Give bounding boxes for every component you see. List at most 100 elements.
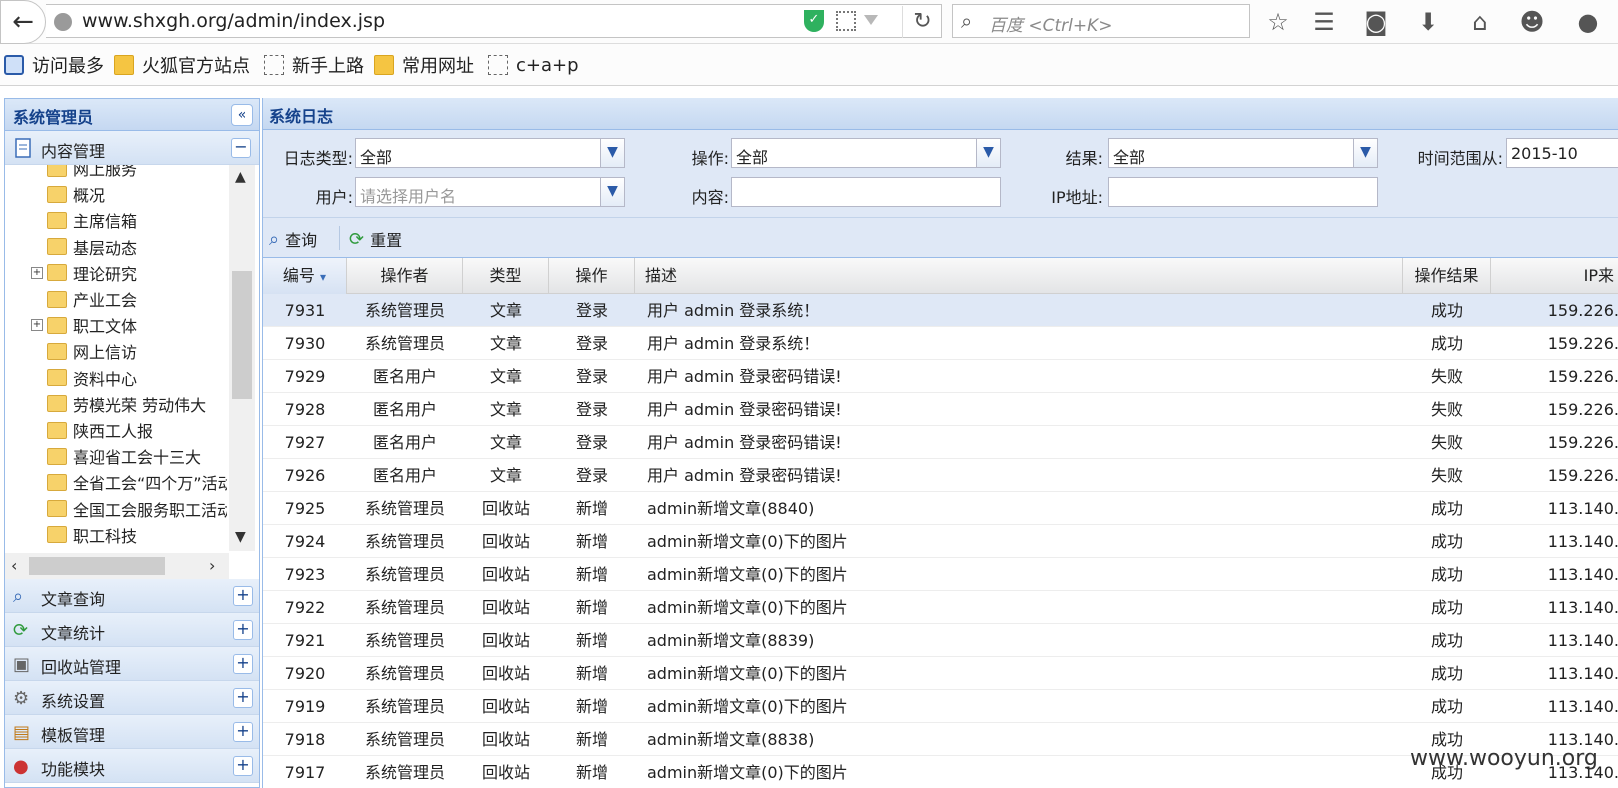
chevron-down-icon[interactable]: ▼ [600, 139, 624, 167]
bookmark-common-sites[interactable]: 常用网址 [374, 52, 474, 78]
table-row[interactable]: 7920 系统管理员 回收站 新增 admin新增文章(0)下的图片 成功 113.140. [263, 657, 1618, 690]
tree-item[interactable]: 劳模光荣 劳动伟大 [47, 391, 227, 417]
accordion-sections: ⌕ 文章查询 + ⟳ 文章统计 + ▣ 回收站管理 + ⚙ 系统设置 + ▤ 模… [5, 579, 259, 783]
ip-input[interactable] [1108, 177, 1378, 207]
column-header-description[interactable]: 描述 [635, 258, 1403, 294]
table-row[interactable]: 7927 匿名用户 文章 登录 用户 admin 登录密码错误! 失败 159.226. [263, 426, 1618, 459]
table-row[interactable]: 7924 系统管理员 回收站 新增 admin新增文章(0)下的图片 成功 113.140. [263, 525, 1618, 558]
table-row[interactable]: 7925 系统管理员 回收站 新增 admin新增文章(8840) 成功 113.140. [263, 492, 1618, 525]
column-header-result[interactable]: 操作结果 [1403, 258, 1491, 294]
chevron-down-icon[interactable]: ▼ [600, 178, 624, 206]
accordion-expand-button[interactable]: + [233, 586, 253, 606]
table-row[interactable]: 7922 系统管理员 回收站 新增 admin新增文章(0)下的图片 成功 113.140. [263, 591, 1618, 624]
time-from-field[interactable]: 2015-10 [1506, 138, 1618, 168]
table-row[interactable]: 7930 系统管理员 文章 登录 用户 admin 登录系统！ 成功 159.226. [263, 327, 1618, 360]
home-icon[interactable]: ⌂ [1464, 6, 1496, 38]
content-input[interactable] [731, 177, 1001, 207]
table-row[interactable]: 7919 系统管理员 回收站 新增 admin新增文章(0)下的图片 成功 113.140. [263, 690, 1618, 723]
chat-icon[interactable]: ● [1572, 6, 1604, 38]
tree-item[interactable]: 全省工会“四个万”活动 [47, 469, 227, 495]
accordion-article-search[interactable]: ⌕ 文章查询 + [5, 579, 259, 613]
scroll-right-icon[interactable]: › [209, 556, 215, 575]
tree-item[interactable]: 资料中心 [47, 365, 227, 391]
tree-item[interactable]: + 理论研究 [31, 260, 227, 286]
cell-id: 7921 [284, 631, 326, 650]
url-text[interactable]: www.shxgh.org/admin/index.jsp [82, 10, 385, 32]
log-type-select[interactable]: 全部 ▼ [355, 138, 625, 168]
column-header-type[interactable]: 类型 [463, 258, 549, 294]
column-header-action[interactable]: 操作 [549, 258, 635, 294]
bookmark-getting-started[interactable]: 新手上路 [264, 52, 364, 78]
column-header-ip[interactable]: IP来 [1491, 258, 1618, 294]
accordion-expand-button[interactable]: + [233, 654, 253, 674]
user-select[interactable]: 请选择用户名 ▼ [355, 177, 625, 207]
bookmark-cap[interactable]: c+a+p [488, 52, 579, 78]
table-row[interactable]: 7926 匿名用户 文章 登录 用户 admin 登录密码错误! 失败 159.226. [263, 459, 1618, 492]
pocket-icon[interactable]: ◙ [1360, 6, 1392, 38]
expand-plus-icon[interactable]: + [31, 266, 43, 279]
result-select[interactable]: 全部 ▼ [1108, 138, 1378, 168]
tree-vertical-scrollbar[interactable]: ▲ ▼ [229, 165, 255, 551]
url-bar[interactable]: www.shxgh.org/admin/index.jsp ✓ ↻ [46, 4, 942, 38]
tree-item[interactable]: 基层动态 [47, 234, 227, 260]
accordion-expand-button[interactable]: + [233, 688, 253, 708]
reload-icon[interactable]: ↻ [902, 6, 942, 38]
collapse-sidebar-button[interactable]: « [231, 104, 253, 126]
tree-item[interactable]: 概况 [47, 181, 227, 207]
scroll-thumb[interactable] [232, 271, 252, 399]
query-button[interactable]: ⌕ 查询 [269, 227, 317, 251]
star-icon[interactable]: ☆ [1262, 6, 1294, 38]
back-arrow-icon[interactable]: ← [0, 0, 46, 44]
tree-item[interactable]: 职工科技 [47, 522, 227, 548]
dropdown-arrow-icon[interactable] [864, 15, 878, 25]
cell-operator: 系统管理员 [364, 334, 445, 353]
tree-item[interactable]: 主席信箱 [47, 207, 227, 233]
scroll-down-icon[interactable]: ▼ [235, 529, 246, 545]
tree-item[interactable]: 产业工会 [47, 286, 227, 312]
table-row[interactable]: 7931 系统管理员 文章 登录 用户 admin 登录系统！ 成功 159.226. [263, 294, 1618, 327]
table-row[interactable]: 7929 匿名用户 文章 登录 用户 admin 登录密码错误! 失败 159.226. [263, 360, 1618, 393]
cell-action: 新增 [575, 763, 608, 782]
download-icon[interactable]: ⬇ [1412, 6, 1444, 38]
tree-item[interactable]: 喜迎省工会十三大 [47, 443, 227, 469]
accordion-content-management[interactable]: 内容管理 − [5, 131, 259, 165]
search-placeholder[interactable]: 百度 <Ctrl+K> [989, 11, 1113, 36]
table-row[interactable]: 7923 系统管理员 回收站 新增 admin新增文章(0)下的图片 成功 113.140. [263, 558, 1618, 591]
accordion-toggle-button[interactable]: − [231, 138, 251, 158]
tree-item[interactable]: 网上信访 [47, 338, 227, 364]
column-header-id[interactable]: 编号 ▾ [263, 258, 347, 294]
accordion-recycle-bin[interactable]: ▣ 回收站管理 + [5, 647, 259, 681]
search-bar[interactable]: ⌕ 百度 <Ctrl+K> [952, 4, 1250, 38]
qr-code-icon[interactable] [836, 11, 856, 31]
accordion-expand-button[interactable]: + [233, 722, 253, 742]
chevron-down-icon[interactable]: ▼ [1353, 139, 1377, 167]
column-header-operator[interactable]: 操作者 [347, 258, 463, 294]
tree-item[interactable]: +新闻中心 [31, 548, 227, 551]
accordion-function-module[interactable]: ● 功能模块 + [5, 749, 259, 783]
operation-select[interactable]: 全部 ▼ [731, 138, 1001, 168]
table-row[interactable]: 7928 匿名用户 文章 登录 用户 admin 登录密码错误! 失败 159.226. [263, 393, 1618, 426]
table-row[interactable]: 7921 系统管理员 回收站 新增 admin新增文章(8839) 成功 113.140. [263, 624, 1618, 657]
scroll-thumb[interactable] [29, 557, 165, 575]
accordion-template-management[interactable]: ▤ 模板管理 + [5, 715, 259, 749]
accordion-article-stats[interactable]: ⟳ 文章统计 + [5, 613, 259, 647]
accordion-expand-button[interactable]: + [233, 756, 253, 776]
tree-horizontal-scrollbar[interactable]: ‹ › [5, 553, 229, 579]
scroll-left-icon[interactable]: ‹ [11, 556, 17, 575]
tree-item[interactable]: + 职工文体 [31, 312, 227, 338]
tree-item[interactable]: 全国工会服务职工活动 [47, 496, 227, 522]
shield-icon[interactable]: ✓ [804, 10, 824, 32]
tree-item[interactable]: 网上服务 [47, 165, 227, 181]
reading-list-icon[interactable]: ☰ [1308, 6, 1340, 38]
smiley-icon[interactable]: ☻ [1516, 6, 1548, 38]
chevron-down-icon[interactable]: ▼ [976, 139, 1000, 167]
reset-button[interactable]: ⟳ 重置 [349, 227, 402, 251]
accordion-system-settings[interactable]: ⚙ 系统设置 + [5, 681, 259, 715]
cell-result: 失败 [1430, 400, 1463, 419]
expand-plus-icon[interactable]: + [31, 319, 43, 332]
accordion-expand-button[interactable]: + [233, 620, 253, 640]
tree-item[interactable]: 陕西工人报 [47, 417, 227, 443]
scroll-up-icon[interactable]: ▲ [235, 169, 246, 185]
bookmark-firefox-sites[interactable]: 火狐官方站点 [114, 52, 250, 78]
bookmark-most-visited[interactable]: 访问最多 [4, 52, 104, 78]
